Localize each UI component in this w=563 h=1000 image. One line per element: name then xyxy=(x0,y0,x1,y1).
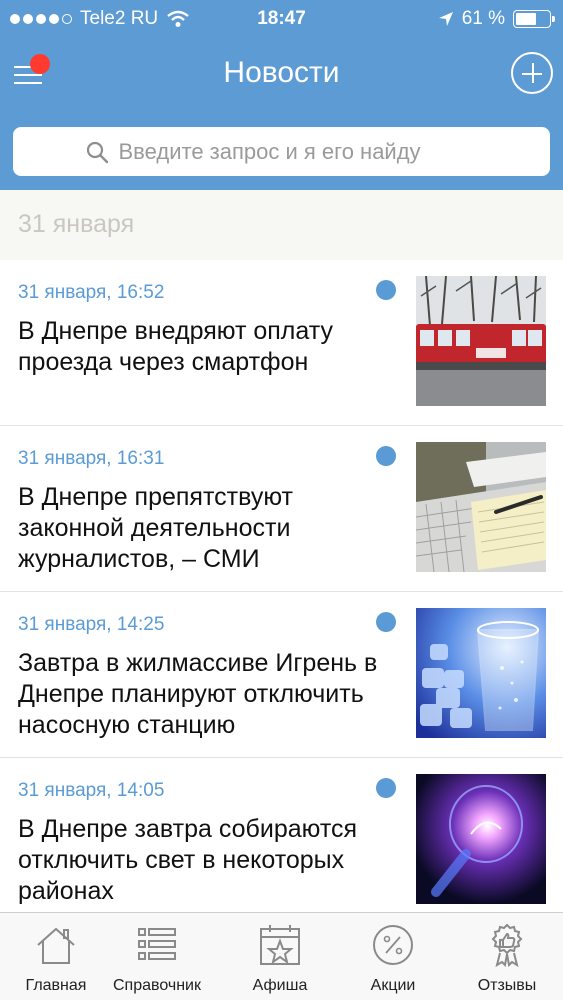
tab-promotions[interactable]: Акции xyxy=(337,913,449,1000)
news-time: 31 января, 14:25 xyxy=(18,614,165,635)
battery-info: 61 % xyxy=(438,8,555,30)
calendar-star-icon xyxy=(260,925,300,965)
news-time: 31 января, 14:05 xyxy=(18,780,165,801)
tab-events[interactable]: Афиша xyxy=(224,913,336,1000)
battery-icon xyxy=(513,10,555,28)
list-icon xyxy=(138,928,176,960)
tab-home[interactable]: Главная xyxy=(0,913,112,1000)
page-title: Новости xyxy=(223,56,340,89)
news-time: 31 января, 16:52 xyxy=(18,282,165,303)
news-item[interactable]: 31 января, 16:31 В Днепре препятствуют з… xyxy=(0,426,563,592)
news-thumbnail-water-glass[interactable] xyxy=(416,608,546,738)
search-input[interactable] xyxy=(118,138,479,165)
search-bar[interactable] xyxy=(13,127,550,176)
search-icon xyxy=(86,141,108,163)
battery-level xyxy=(516,13,536,25)
news-thumbnail-tram[interactable] xyxy=(416,276,546,406)
news-title: Завтра в жилмассиве Игрень в Днепре план… xyxy=(18,649,378,739)
news-title: В Днепре завтра собираются отключить све… xyxy=(18,815,358,905)
news-title: В Днепре внедряют оплату проезда через с… xyxy=(18,317,333,376)
section-date-header: 31 января xyxy=(0,190,563,260)
add-button[interactable] xyxy=(511,52,553,94)
percent-icon xyxy=(373,925,413,965)
unread-indicator xyxy=(376,612,396,632)
news-item[interactable]: 31 января, 14:25 Завтра в жилмассиве Игр… xyxy=(0,592,563,758)
header: Новости xyxy=(0,38,563,190)
tab-label: Афиша xyxy=(252,977,308,994)
tab-reviews[interactable]: Отзывы xyxy=(451,913,563,1000)
tab-label: Отзывы xyxy=(477,977,537,994)
news-thumbnail-laptop-notebook[interactable] xyxy=(416,442,546,572)
tab-label: Главная xyxy=(25,977,87,994)
tab-label: Акции xyxy=(370,977,416,994)
unread-indicator xyxy=(376,446,396,466)
home-icon xyxy=(37,927,75,964)
tab-directory[interactable]: Справочник xyxy=(101,913,213,1000)
tab-bar: Главная Справочник Афиша Акции Отзывы xyxy=(0,912,563,1000)
news-time: 31 января, 16:31 xyxy=(18,448,165,469)
battery-percent: 61 % xyxy=(461,8,505,29)
news-item[interactable]: 31 января, 14:05 В Днепре завтра собираю… xyxy=(0,758,563,924)
news-list: 31 января, 16:52 В Днепре внедряют оплат… xyxy=(0,260,563,924)
news-title: В Днепре препятствуют законной деятельно… xyxy=(18,483,293,573)
location-arrow-icon xyxy=(438,12,453,26)
news-thumbnail-light-bulb[interactable] xyxy=(416,774,546,904)
news-item[interactable]: 31 января, 16:52 В Днепре внедряют оплат… xyxy=(0,260,563,426)
unread-indicator xyxy=(376,280,396,300)
thumbs-up-icon xyxy=(491,923,523,967)
unread-indicator xyxy=(376,778,396,798)
status-bar: Tele2 RU 18:47 61 % xyxy=(0,0,563,38)
tab-label: Справочник xyxy=(113,977,201,994)
